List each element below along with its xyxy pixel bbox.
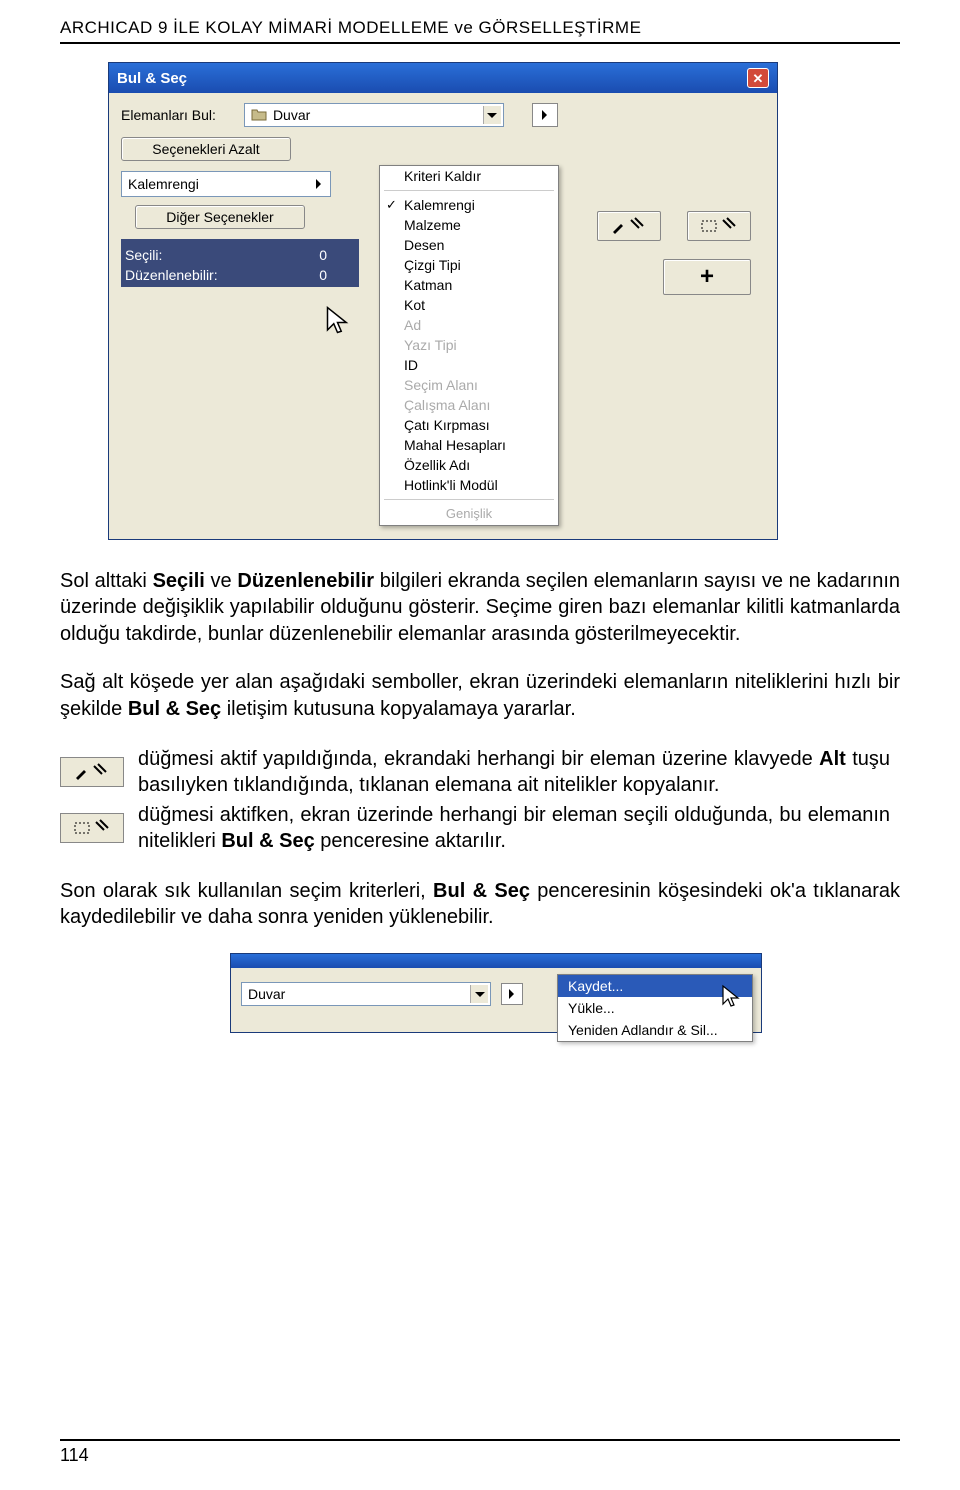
cursor-icon <box>721 984 745 1008</box>
chevron-right-icon <box>507 986 517 1002</box>
cursor-icon <box>325 305 355 335</box>
pencolor-button[interactable]: Kalemrengi <box>121 171 331 197</box>
paragraph-1: Sol alttaki Seçili ve Düzenlenebilir bil… <box>60 568 900 647</box>
marquee-syringe-icon <box>72 818 112 838</box>
chevron-right-icon <box>540 107 550 123</box>
pick-attributes-button[interactable] <box>597 211 661 241</box>
add-criterion-button[interactable]: + <box>663 259 751 295</box>
status-editable-label: Düzenlenebilir: <box>125 267 218 283</box>
dialog-save: Duvar Kaydet... Yükle... Yeniden Adlandı… <box>230 953 762 1033</box>
dialog2-titlebar <box>231 954 761 968</box>
element-type-combo[interactable]: Duvar <box>244 103 504 127</box>
icon-desc-2: düğmesi aktifken, ekran üzerinde herhang… <box>138 800 900 856</box>
element-type-combo-2[interactable]: Duvar <box>241 982 491 1006</box>
page-header: ARCHICAD 9 İLE KOLAY MİMARİ MODELLEME ve… <box>60 18 900 42</box>
criteria-item[interactable]: Çizgi Tipi <box>380 255 558 275</box>
criteria-item[interactable]: Malzeme <box>380 215 558 235</box>
icon-desc-1: düğmesi aktif yapıldığında, ekrandaki he… <box>138 744 900 800</box>
find-elements-label: Elemanları Bul: <box>121 107 216 123</box>
page-number: 114 <box>60 1441 900 1466</box>
arrow-expand-button[interactable] <box>532 103 558 127</box>
combo-value-2: Duvar <box>248 986 285 1002</box>
element-type-value: Duvar <box>273 107 310 123</box>
criteria-menu[interactable]: Kriteri Kaldır Kalemrengi Malzeme Desen … <box>379 165 559 526</box>
pencolor-label: Kalemrengi <box>128 176 199 192</box>
status-editable: Düzenlenebilir: 0 <box>121 265 331 285</box>
chevron-down-icon[interactable] <box>470 985 488 1003</box>
criteria-item[interactable]: Desen <box>380 235 558 255</box>
status-selected-value: 0 <box>319 247 327 263</box>
dialog-titlebar: Bul & Seç ✕ <box>109 63 777 93</box>
chevron-right-icon <box>314 176 324 192</box>
paragraph-2: Sağ alt köşede yer alan aşağıdaki sembol… <box>60 669 900 722</box>
criteria-menu-more[interactable]: Genişlik <box>380 504 558 523</box>
eyedropper-syringe-icon <box>72 762 112 782</box>
marquee-syringe-icon <box>699 216 739 236</box>
criteria-item[interactable]: Çatı Kırpması <box>380 415 558 435</box>
side-arrow-button[interactable] <box>501 983 523 1005</box>
other-options-button[interactable]: Diğer Seçenekler <box>135 205 305 229</box>
criteria-item[interactable]: Kalemrengi <box>380 195 558 215</box>
criteria-menu-header[interactable]: Kriteri Kaldır <box>380 166 558 186</box>
dialog-bul-sec-figure: Bul & Seç ✕ Elemanları Bul: Duvar Seçene… <box>108 62 900 540</box>
criteria-item[interactable]: Katman <box>380 275 558 295</box>
status-selected-label: Seçili: <box>125 247 162 263</box>
status-selected: Seçili: 0 <box>121 245 331 265</box>
criteria-item[interactable]: Hotlink'li Modül <box>380 475 558 495</box>
dialog-title-text: Bul & Seç <box>117 70 187 87</box>
dialog-save-figure: Duvar Kaydet... Yükle... Yeniden Adlandı… <box>230 953 900 1033</box>
eyedropper-syringe-icon <box>609 216 649 236</box>
dialog-bul-sec: Bul & Seç ✕ Elemanları Bul: Duvar Seçene… <box>108 62 778 540</box>
criteria-item[interactable]: Mahal Hesapları <box>380 435 558 455</box>
pick-attributes-icon <box>60 757 124 787</box>
criteria-item[interactable]: Kot <box>380 295 558 315</box>
close-icon[interactable]: ✕ <box>747 68 769 88</box>
page-header-rule <box>60 42 900 44</box>
chevron-down-icon[interactable] <box>483 106 501 124</box>
criteria-item: Yazı Tipi <box>380 335 558 355</box>
menu-item-rename[interactable]: Yeniden Adlandır & Sil... <box>558 1019 752 1041</box>
criteria-item: Ad <box>380 315 558 335</box>
reduce-options-button[interactable]: Seçenekleri Azalt <box>121 137 291 161</box>
paragraph-3: Son olarak sık kullanılan seçim kriterle… <box>60 878 900 931</box>
criteria-item: Çalışma Alanı <box>380 395 558 415</box>
criteria-item[interactable]: ID <box>380 355 558 375</box>
transfer-attributes-icon <box>60 813 124 843</box>
icon-description-table: düğmesi aktif yapıldığında, ekrandaki he… <box>60 744 900 856</box>
transfer-attributes-button[interactable] <box>687 211 751 241</box>
criteria-item[interactable]: Özellik Adı <box>380 455 558 475</box>
folder-icon <box>251 107 267 123</box>
status-editable-value: 0 <box>319 267 327 283</box>
criteria-item: Seçim Alanı <box>380 375 558 395</box>
